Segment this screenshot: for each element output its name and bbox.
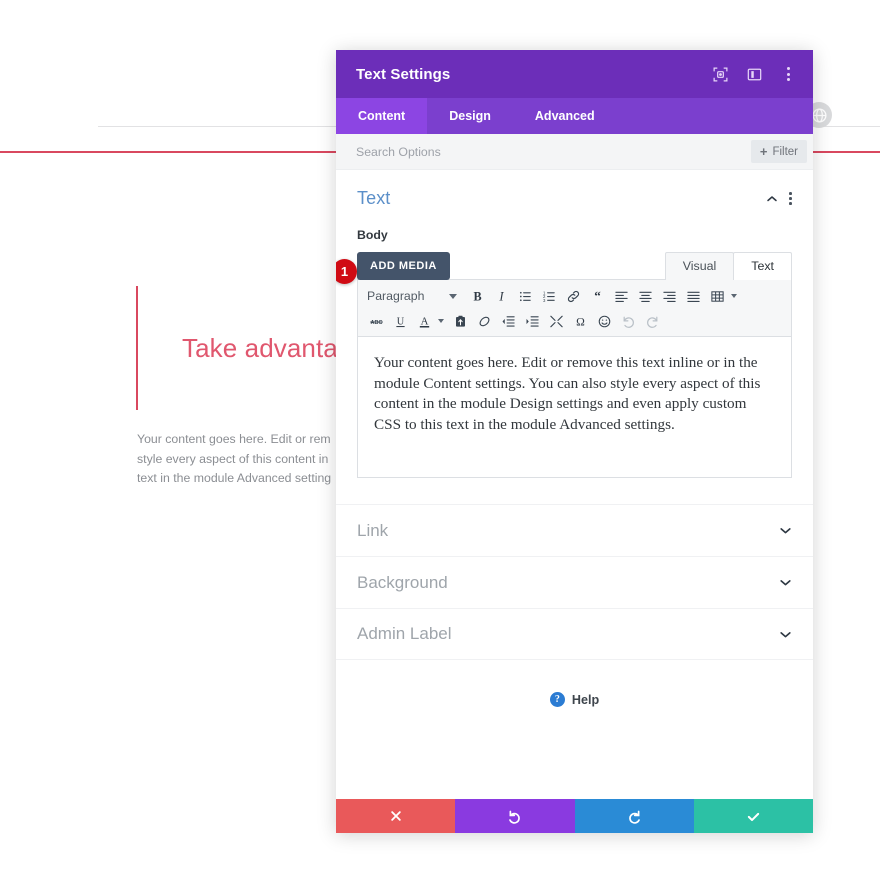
section-admin-label-label: Admin Label	[357, 624, 452, 643]
svg-text:“: “	[594, 289, 601, 303]
toolbar-row-1: Paragraph B I 1 2 3 “	[364, 284, 785, 308]
tab-advanced[interactable]: Advanced	[513, 98, 617, 134]
text-section-actions	[766, 192, 792, 205]
section-admin-label[interactable]: Admin Label	[336, 608, 813, 660]
modal-header: Text Settings	[336, 50, 813, 98]
text-section-title: Text	[357, 188, 391, 208]
format-select[interactable]: Paragraph	[364, 285, 461, 307]
undo-button[interactable]	[455, 799, 575, 833]
svg-text:B: B	[473, 289, 481, 303]
modal-footer	[336, 799, 813, 833]
toolbar-row-2: ABC U A Ω	[364, 309, 785, 333]
text-section: Text Body 1 ADD MEDIA Visual Text Paragr…	[336, 170, 813, 478]
chevron-down-icon	[779, 524, 792, 537]
link-icon[interactable]	[561, 285, 585, 307]
editor-mode-tabs: Visual Text	[664, 252, 792, 280]
table-icon[interactable]	[705, 285, 729, 307]
tab-text[interactable]: Text	[733, 252, 792, 280]
text-settings-modal: Text Settings Content Design Advanced Se…	[336, 50, 813, 833]
help-link[interactable]: ? Help	[336, 692, 813, 707]
plus-icon: +	[759, 144, 768, 159]
align-left-icon[interactable]	[609, 285, 633, 307]
help-label: Help	[571, 692, 600, 707]
body-field-label: Body	[357, 228, 388, 242]
tab-visual[interactable]: Visual	[664, 252, 735, 280]
svg-text:Ω: Ω	[576, 315, 585, 328]
save-button[interactable]	[693, 799, 813, 833]
text-color-chevron-down-icon[interactable]	[438, 319, 444, 323]
special-character-icon[interactable]: Ω	[568, 310, 592, 332]
section-kebab-menu-icon[interactable]	[789, 192, 792, 205]
align-justify-icon[interactable]	[681, 285, 705, 307]
focus-target-icon[interactable]	[709, 63, 731, 85]
add-media-button[interactable]: ADD MEDIA	[357, 252, 450, 280]
chevron-up-icon[interactable]	[766, 193, 778, 205]
collapsible-sections: Link Background Admin Label	[336, 504, 813, 660]
redo-icon[interactable]	[640, 310, 664, 332]
numbered-list-icon[interactable]: 1 2 3	[537, 285, 561, 307]
emoji-icon[interactable]	[592, 310, 616, 332]
svg-text:I: I	[498, 289, 504, 303]
cancel-button[interactable]	[336, 799, 456, 833]
chevron-down-icon	[779, 576, 792, 589]
paste-as-text-icon[interactable]	[448, 310, 472, 332]
bulleted-list-icon[interactable]	[513, 285, 537, 307]
callout-badge-1: 1	[336, 259, 357, 284]
text-section-header[interactable]: Text	[357, 188, 792, 209]
strikethrough-icon[interactable]: ABC	[364, 310, 388, 332]
rich-text-editor: 1 ADD MEDIA Visual Text Paragraph B I 1 …	[336, 252, 792, 478]
bold-icon[interactable]: B	[465, 285, 489, 307]
table-chevron-down-icon[interactable]	[731, 294, 737, 298]
align-center-icon[interactable]	[633, 285, 657, 307]
text-color-icon[interactable]: A	[412, 310, 436, 332]
blockquote-icon[interactable]: “	[585, 285, 609, 307]
redo-button[interactable]	[574, 799, 694, 833]
editor-toolbar: Paragraph B I 1 2 3 “ ABC U A Ω	[357, 279, 792, 337]
editor-top-bar: ADD MEDIA Visual Text	[357, 252, 792, 280]
filter-button-label: Filter	[772, 145, 798, 158]
undo-icon[interactable]	[616, 310, 640, 332]
layout-panel-icon[interactable]	[743, 63, 765, 85]
outdent-icon[interactable]	[496, 310, 520, 332]
section-background[interactable]: Background	[336, 556, 813, 608]
modal-header-actions	[709, 63, 799, 85]
screen-root: Take advantage Your content goes here. E…	[0, 0, 880, 878]
section-link[interactable]: Link	[336, 504, 813, 556]
help-question-icon: ?	[549, 692, 565, 707]
tab-content[interactable]: Content	[336, 98, 428, 134]
search-bar: + Filter	[336, 134, 813, 170]
editor-content-text: Your content goes here. Edit or remove t…	[374, 354, 761, 433]
section-link-label: Link	[357, 520, 389, 540]
chevron-down-icon	[779, 628, 792, 641]
filter-button[interactable]: + Filter	[750, 140, 807, 163]
section-background-label: Background	[357, 572, 448, 592]
modal-tabs: Content Design Advanced	[336, 98, 813, 134]
svg-text:A: A	[420, 315, 428, 327]
format-select-value: Paragraph	[367, 289, 425, 303]
modal-body: Text Body 1 ADD MEDIA Visual Text Paragr…	[336, 170, 813, 799]
svg-text:U: U	[396, 316, 404, 327]
chevron-down-icon	[449, 293, 457, 299]
indent-icon[interactable]	[520, 310, 544, 332]
kebab-menu-icon[interactable]	[777, 63, 799, 85]
underline-icon[interactable]: U	[388, 310, 412, 332]
tab-design[interactable]: Design	[427, 98, 513, 134]
italic-icon[interactable]: I	[489, 285, 513, 307]
svg-text:3: 3	[542, 297, 545, 302]
svg-text:ABC: ABC	[370, 320, 382, 326]
search-input[interactable]	[356, 144, 751, 159]
editor-content-area[interactable]: Your content goes here. Edit or remove t…	[357, 337, 792, 478]
modal-title: Text Settings	[356, 65, 451, 83]
fullscreen-icon[interactable]	[544, 310, 568, 332]
align-right-icon[interactable]	[657, 285, 681, 307]
clear-formatting-icon[interactable]	[472, 310, 496, 332]
